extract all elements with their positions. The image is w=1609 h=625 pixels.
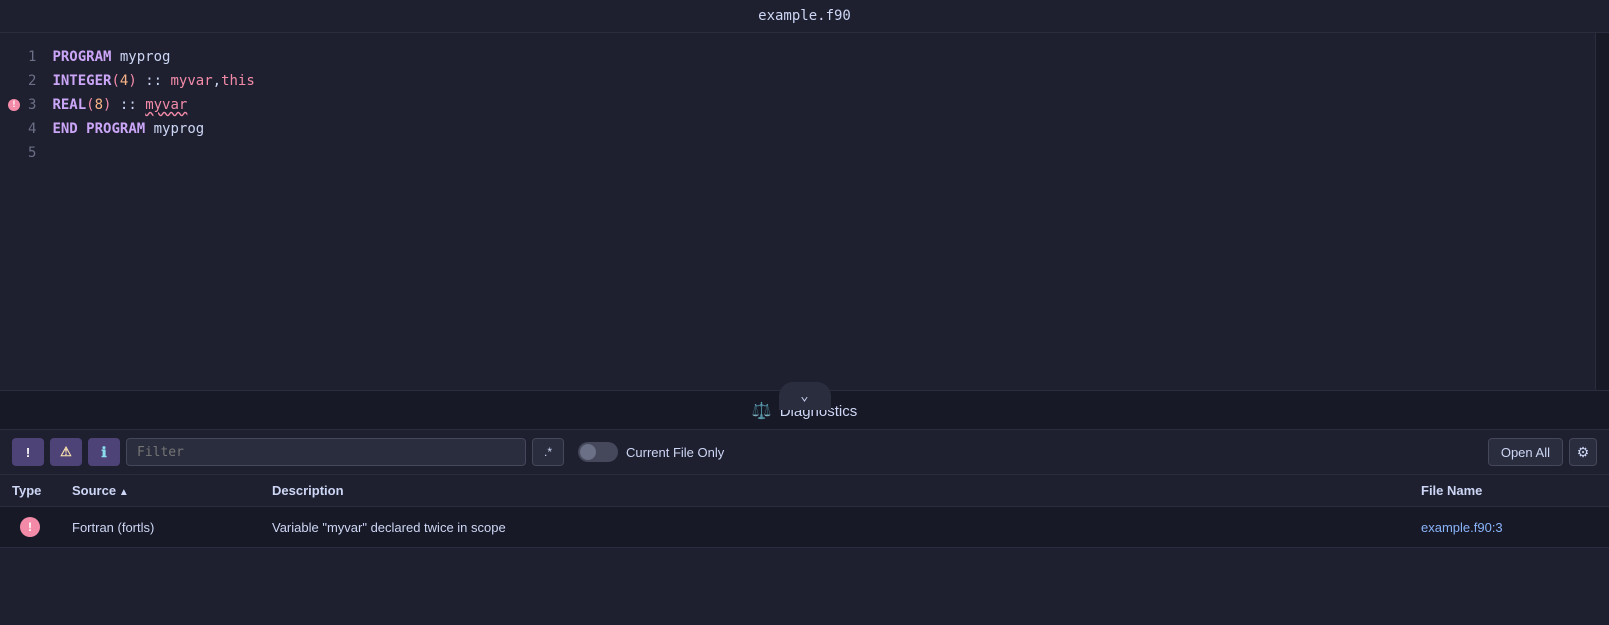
- filter-input[interactable]: [126, 438, 526, 466]
- table-row[interactable]: ! Fortran (fortls) Variable "myvar" decl…: [0, 507, 1609, 548]
- warning-filter-button[interactable]: ⚠: [50, 438, 82, 466]
- keyword-end: END: [52, 117, 77, 141]
- code-line-1: PROGRAM myprog: [52, 45, 1595, 69]
- code-line-2: INTEGER ( 4 ) :: myvar , this: [52, 69, 1595, 93]
- error-type-icon: !: [20, 517, 40, 537]
- diagnostics-toolbar: ! ⚠ ℹ .* Current File Only Open All ⚙: [0, 430, 1609, 475]
- editor-content: 1 2 3 4 5 PROGRAM myprog: [0, 33, 1609, 390]
- description-cell: Variable "myvar" declared twice in scope: [260, 507, 1409, 548]
- code-line-4: END PROGRAM myprog: [52, 117, 1595, 141]
- collapse-handle[interactable]: ⌄: [779, 382, 831, 410]
- line-number-1: 1: [8, 45, 36, 69]
- line-number-4: 4: [8, 117, 36, 141]
- code-line-5: [52, 141, 1595, 165]
- col-type: Type: [0, 475, 60, 507]
- error-filter-button[interactable]: !: [12, 438, 44, 466]
- open-all-button[interactable]: Open All: [1488, 438, 1563, 466]
- var-myvar-decl2: myvar: [145, 93, 187, 117]
- warning-icon: ⚠: [60, 444, 72, 460]
- regex-icon: .*: [544, 445, 552, 459]
- line-number-3: 3: [8, 93, 36, 117]
- editor-scrollbar[interactable]: [1595, 33, 1609, 390]
- keyword-program: PROGRAM: [52, 45, 111, 69]
- type-cell: !: [0, 507, 60, 548]
- line-numbers: 1 2 3 4 5: [0, 33, 52, 390]
- line-number-2: 2: [8, 69, 36, 93]
- current-file-toggle-container: Current File Only: [578, 442, 724, 462]
- editor-tab-bar: example.f90: [0, 0, 1609, 33]
- line-number-5: 5: [8, 141, 36, 165]
- col-filename: File Name: [1409, 475, 1609, 507]
- var-this: this: [221, 69, 255, 93]
- diagnostics-icon: ⚖️: [752, 401, 772, 421]
- settings-button[interactable]: ⚙: [1569, 438, 1597, 466]
- diagnostics-panel: ⚖️ Diagnostics ! ⚠ ℹ .* Current File Onl…: [0, 390, 1609, 548]
- editor-area: example.f90 1 2 3 4 5: [0, 0, 1609, 390]
- table-header-row: Type Source Description File Name: [0, 475, 1609, 507]
- var-myvar-decl1: myvar: [170, 69, 212, 93]
- error-icon: !: [26, 445, 30, 460]
- filename-link[interactable]: example.f90:3: [1421, 520, 1503, 535]
- regex-button[interactable]: .*: [532, 438, 564, 466]
- settings-icon: ⚙: [1577, 444, 1590, 461]
- source-cell: Fortran (fortls): [60, 507, 260, 548]
- col-source[interactable]: Source: [60, 475, 260, 507]
- diagnostics-table: Type Source Description File Name ! Fort…: [0, 475, 1609, 548]
- info-icon: ℹ: [101, 444, 106, 461]
- current-file-toggle[interactable]: [578, 442, 618, 462]
- toggle-knob: [580, 444, 596, 460]
- code-lines: PROGRAM myprog INTEGER ( 4 ) :: myvar , …: [52, 33, 1595, 390]
- keyword-real: REAL: [52, 93, 86, 117]
- editor-tab[interactable]: example.f90: [758, 8, 851, 24]
- keyword-integer: INTEGER: [52, 69, 111, 93]
- filename-cell: example.f90:3: [1409, 507, 1609, 548]
- chevron-down-icon: ⌄: [800, 388, 808, 404]
- col-description: Description: [260, 475, 1409, 507]
- info-filter-button[interactable]: ℹ: [88, 438, 120, 466]
- current-file-label: Current File Only: [626, 445, 724, 460]
- code-line-3: REAL ( 8 ) :: myvar: [52, 93, 1595, 117]
- error-dot-line3: [8, 99, 20, 111]
